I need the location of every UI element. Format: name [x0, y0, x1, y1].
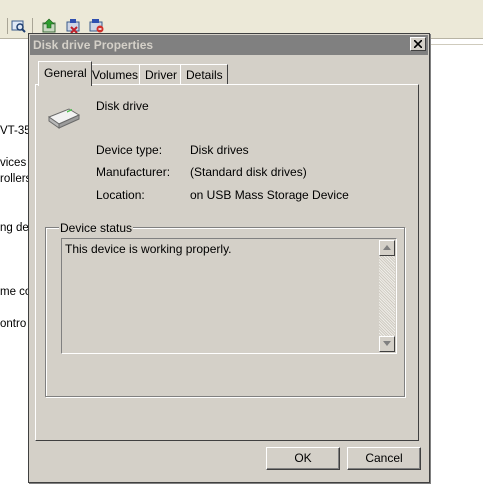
device-status-text: This device is working properly. — [65, 242, 232, 256]
device-tree-text[interactable]: ng de — [0, 222, 28, 234]
device-tree-text[interactable]: me co — [0, 286, 28, 298]
arrow-up-icon — [383, 245, 391, 250]
disk-drive-properties-dialog: Disk drive Properties General Volumes Dr… — [28, 33, 430, 483]
divider — [430, 44, 483, 45]
toolbar-separator — [7, 18, 8, 34]
device-tree-text[interactable]: ontro — [0, 318, 26, 330]
device-status-title: Device status — [59, 221, 134, 235]
device-tree-pane: VT-35 vices rollers ng de me co ontro — [0, 39, 28, 495]
cancel-button[interactable]: Cancel — [347, 447, 421, 470]
tab-volumes[interactable]: Volumes — [86, 64, 144, 84]
scroll-down-button[interactable] — [379, 336, 395, 352]
device-manager-right-area — [430, 39, 483, 495]
toolbar-separator — [32, 18, 33, 34]
tab-details[interactable]: Details — [180, 64, 228, 84]
device-tree-text[interactable]: VT-35 — [0, 125, 28, 137]
tab-general[interactable]: General — [38, 61, 92, 86]
dialog-title: Disk drive Properties — [33, 38, 154, 52]
device-tree-text[interactable]: rollers — [0, 173, 28, 185]
update-driver-icon[interactable] — [41, 18, 59, 34]
tab-driver[interactable]: Driver — [139, 64, 182, 84]
arrow-down-icon — [383, 341, 391, 346]
disable-device-icon[interactable] — [65, 18, 83, 34]
uninstall-device-icon[interactable] — [88, 18, 106, 34]
scan-hardware-icon[interactable] — [10, 18, 28, 34]
scroll-up-button[interactable] — [379, 240, 395, 256]
title-bar[interactable]: Disk drive Properties — [30, 35, 428, 55]
device-tree-text[interactable]: vices — [0, 157, 26, 169]
close-icon — [414, 40, 422, 48]
ok-button[interactable]: OK — [266, 447, 340, 470]
device-status-textbox[interactable]: This device is working properly. — [61, 238, 397, 354]
close-button[interactable] — [410, 37, 426, 51]
status-scrollbar[interactable] — [379, 240, 395, 352]
